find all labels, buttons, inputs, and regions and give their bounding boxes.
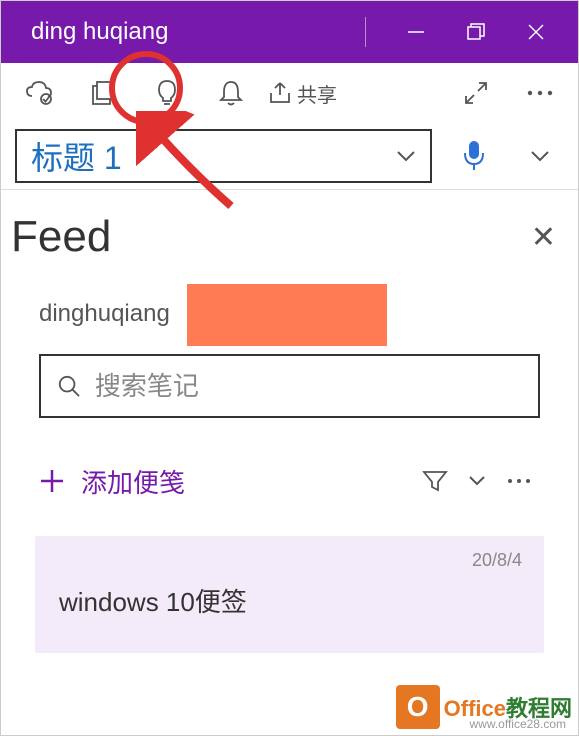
minimize-button[interactable]	[386, 1, 446, 63]
watermark-logo: O	[396, 685, 440, 729]
note-card[interactable]: 20/8/4 windows 10便签	[35, 536, 544, 653]
user-row: dinghuqiang	[1, 280, 578, 344]
filter-button[interactable]	[414, 460, 456, 502]
sticky-notes-button[interactable]	[75, 65, 131, 121]
microphone-icon	[462, 139, 486, 173]
sticky-notes-icon	[88, 78, 118, 108]
notifications-button[interactable]	[203, 65, 259, 121]
share-icon	[267, 80, 293, 106]
plus-icon	[39, 468, 65, 494]
bell-icon	[218, 78, 244, 108]
feed-title: Feed	[11, 212, 111, 262]
actions-row: 添加便笺	[1, 436, 578, 528]
sync-button[interactable]	[11, 65, 67, 121]
filter-icon	[422, 469, 448, 493]
stylebar: 标题 1	[1, 123, 578, 189]
toolbar: 共享	[1, 63, 578, 123]
chevron-down-icon	[530, 149, 550, 163]
heading-style-label: 标题 1	[31, 133, 122, 179]
minimize-icon	[406, 22, 426, 42]
heading-style-dropdown[interactable]: 标题 1	[15, 129, 432, 183]
window-title: ding huqiang	[13, 18, 345, 46]
search-icon	[57, 373, 81, 399]
dictate-dropdown[interactable]	[516, 132, 564, 180]
search-box[interactable]	[39, 354, 540, 418]
feed-panel: Feed ✕ dinghuqiang 添加便笺 20/8/4 windows 1…	[1, 189, 578, 653]
ellipsis-icon	[506, 477, 532, 485]
ellipsis-icon	[526, 89, 554, 97]
more-button[interactable]	[512, 65, 568, 121]
user-name: dinghuqiang	[39, 300, 170, 328]
add-note-button[interactable]: 添加便笺	[39, 463, 185, 500]
watermark-url: www.office28.com	[470, 717, 567, 731]
maximize-button[interactable]	[446, 1, 506, 63]
filter-dropdown[interactable]	[456, 460, 498, 502]
chevron-down-icon	[396, 149, 416, 163]
share-label: 共享	[297, 79, 337, 108]
search-input[interactable]	[95, 371, 522, 402]
feed-more-button[interactable]	[498, 460, 540, 502]
note-date: 20/8/4	[472, 550, 522, 571]
feed-close-button[interactable]: ✕	[531, 220, 556, 255]
lightbulb-icon	[154, 78, 180, 108]
dictate-button[interactable]	[450, 132, 498, 180]
share-button[interactable]: 共享	[267, 79, 337, 108]
chevron-down-icon	[468, 475, 486, 487]
cloud-sync-icon	[24, 78, 54, 108]
add-note-label: 添加便笺	[81, 463, 185, 500]
note-title: windows 10便签	[59, 582, 520, 619]
search-row	[1, 344, 578, 436]
feed-header: Feed ✕	[1, 204, 578, 280]
titlebar: ding huqiang	[1, 1, 578, 63]
fullscreen-button[interactable]	[448, 65, 504, 121]
expand-icon	[462, 79, 490, 107]
close-icon	[526, 22, 546, 42]
close-button[interactable]	[506, 1, 566, 63]
titlebar-divider	[365, 17, 366, 47]
insights-button[interactable]	[139, 65, 195, 121]
redaction-block	[187, 284, 387, 346]
maximize-icon	[467, 23, 485, 41]
